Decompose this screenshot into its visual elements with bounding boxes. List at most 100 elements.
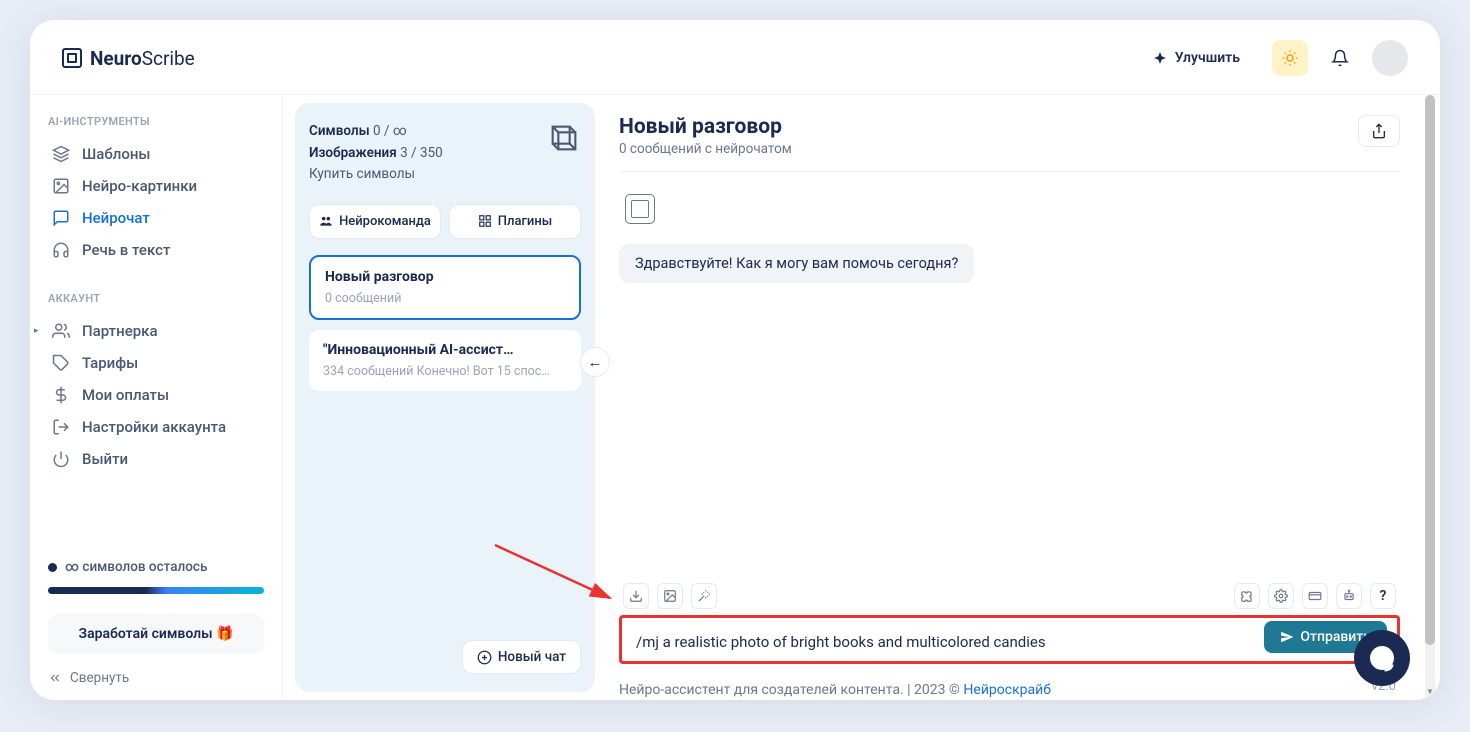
images-value: 3 / 350 — [400, 145, 443, 161]
footer: Нейро-ассистент для создателей контента.… — [619, 674, 1400, 700]
chats-panel: Символы 0 / ∞ Изображения 3 / 350 Купить… — [295, 103, 595, 692]
bot-avatar-icon — [625, 194, 655, 224]
symbols-value: 0 / ∞ — [373, 123, 407, 139]
footer-link[interactable]: Нейроскрайб — [963, 682, 1051, 698]
chat-item-sub: 334 сообщений Конечно! Вот 15 спос… — [323, 364, 567, 379]
panel-tabs: Нейрокоманда Плагины — [309, 204, 581, 239]
nav-label: Партнерка — [82, 322, 158, 340]
users-icon — [52, 322, 70, 340]
images-label: Изображения — [309, 145, 397, 161]
support-fab[interactable] — [1354, 630, 1410, 686]
body: AI-ИНСТРУМЕНТЫ Шаблоны Нейро-картинки Не… — [30, 95, 1440, 700]
nav-label: Нейрочат — [82, 209, 150, 227]
status-dot — [48, 563, 57, 572]
puzzle-icon — [1240, 589, 1254, 603]
card-icon — [1308, 589, 1322, 603]
avatar[interactable] — [1372, 40, 1408, 76]
brand-text: NeuroScribe — [90, 47, 195, 70]
chat-item-title: "Инновационный AI-ассист… — [323, 342, 567, 358]
logout-icon — [52, 418, 70, 436]
credits-progress — [48, 587, 264, 594]
nav-tariffs[interactable]: Тарифы — [48, 347, 264, 379]
notifications-button[interactable] — [1322, 40, 1358, 76]
tag-icon — [52, 354, 70, 372]
chat-item[interactable]: "Инновационный AI-ассист… 334 сообщений … — [309, 330, 581, 391]
tool-bot[interactable] — [1336, 583, 1362, 609]
sidebar: AI-ИНСТРУМЕНТЫ Шаблоны Нейро-картинки Не… — [30, 95, 283, 700]
picture-icon — [663, 589, 677, 603]
nav-payments[interactable]: Мои оплаты — [48, 379, 264, 411]
credits: ∞ символов осталось Заработай символы 🎁 … — [48, 559, 264, 686]
upgrade-label: Улучшить — [1175, 50, 1240, 66]
collapse-label: Свернуть — [70, 670, 129, 686]
nav-label: Нейро-картинки — [82, 177, 197, 195]
headphones-icon — [52, 241, 70, 259]
nav-neuro-images[interactable]: Нейро-картинки — [48, 170, 264, 202]
nav-account-settings[interactable]: Настройки аккаунта — [48, 411, 264, 443]
nav-label: Речь в текст — [82, 241, 170, 259]
footer-text: Нейро-ассистент для создателей контента.… — [619, 682, 963, 698]
tool-image[interactable] — [657, 583, 683, 609]
chat-item-title: Новый разговор — [325, 269, 565, 285]
collapse-sidebar[interactable]: Свернуть — [48, 670, 264, 686]
bell-icon — [1331, 49, 1349, 67]
nav-logout[interactable]: Выйти — [48, 443, 264, 475]
section-account: АККАУНТ — [48, 292, 264, 305]
scroll-down-icon[interactable]: ▼ — [1425, 684, 1435, 698]
input-toolbar: ? — [619, 583, 1400, 609]
gear-icon — [1274, 589, 1288, 603]
plus-circle-icon — [477, 650, 492, 665]
earn-credits-button[interactable]: Заработай символы 🎁 — [48, 614, 264, 654]
tool-download[interactable] — [623, 583, 649, 609]
chat-icon — [52, 209, 70, 227]
team-icon — [319, 214, 333, 228]
header-actions: Улучшить — [1135, 40, 1408, 76]
message-input-container: Отправить — [619, 615, 1400, 664]
nav-label: Настройки аккаунта — [82, 418, 226, 436]
new-chat-button[interactable]: Новый чат — [462, 640, 581, 674]
nav-label: Шаблоны — [82, 145, 151, 163]
symbols-label: Символы — [309, 123, 370, 139]
tool-card[interactable] — [1302, 583, 1328, 609]
nav-label: Выйти — [82, 450, 128, 468]
chevron-right-icon: ▸ — [34, 326, 39, 336]
image-icon — [52, 177, 70, 195]
theme-toggle[interactable] — [1272, 40, 1308, 76]
nav-label: Тарифы — [82, 354, 138, 372]
scrollbar-thumb[interactable] — [1425, 95, 1435, 645]
tool-extension[interactable] — [1234, 583, 1260, 609]
logo-icon — [62, 48, 82, 68]
layers-icon — [52, 145, 70, 163]
arrow-left-icon: ← — [588, 353, 603, 371]
share-button[interactable] — [1358, 115, 1400, 147]
tab-label: Нейрокоманда — [339, 214, 431, 229]
chat-title: Новый разговор — [619, 115, 792, 139]
nav-neurochat[interactable]: Нейрочат — [48, 202, 264, 234]
sun-icon — [1281, 49, 1299, 67]
logo[interactable]: NeuroScribe — [62, 47, 195, 70]
new-chat-label: Новый чат — [498, 649, 566, 665]
tab-neuroteam[interactable]: Нейрокоманда — [309, 204, 441, 239]
nav-partner[interactable]: ▸ Партнерка — [48, 315, 264, 347]
upgrade-button[interactable]: Улучшить — [1135, 40, 1258, 76]
dollar-icon — [52, 386, 70, 404]
nav-templates[interactable]: Шаблоны — [48, 138, 264, 170]
tab-plugins[interactable]: Плагины — [449, 204, 581, 239]
app-window: NeuroScribe Улучшить AI-ИНСТРУМЕНТЫ Шабл… — [30, 20, 1440, 700]
power-icon — [52, 450, 70, 468]
panel-toggle[interactable]: ← — [580, 347, 610, 377]
tool-magic[interactable] — [691, 583, 717, 609]
share-icon — [1371, 123, 1387, 139]
section-ai-tools: AI-ИНСТРУМЕНТЫ — [48, 115, 264, 128]
cube-icon — [547, 121, 581, 155]
nav-speech-to-text[interactable]: Речь в текст — [48, 234, 264, 266]
chat-item-new[interactable]: Новый разговор 0 сообщений — [309, 255, 581, 320]
buy-credits-link[interactable]: Купить символы — [309, 164, 443, 186]
rocket-icon — [1153, 51, 1167, 65]
tool-settings[interactable] — [1268, 583, 1294, 609]
help-button[interactable]: ? — [1370, 583, 1396, 609]
download-icon — [629, 589, 643, 603]
chat-bubble-icon — [1370, 646, 1394, 670]
tab-label: Плагины — [498, 214, 552, 229]
header: NeuroScribe Улучшить — [30, 20, 1440, 95]
